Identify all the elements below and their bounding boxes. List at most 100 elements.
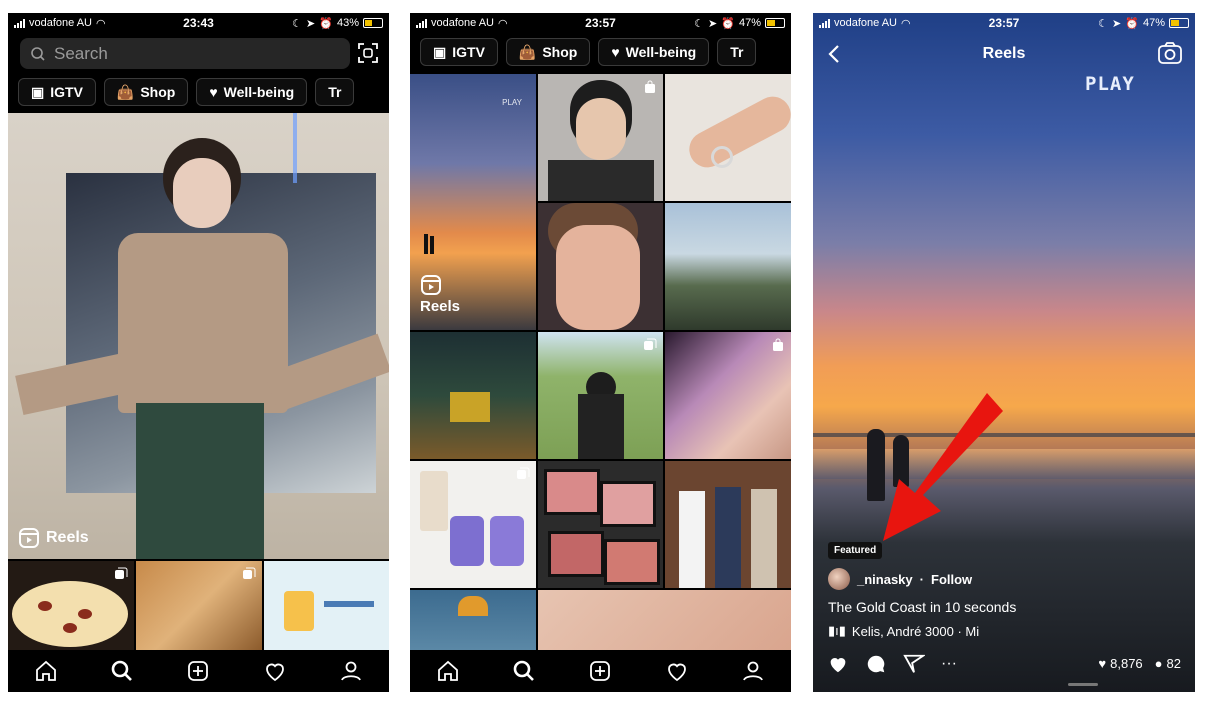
username[interactable]: _ninasky — [857, 572, 913, 587]
reel-tile-sunset[interactable]: PLAY Reels — [410, 74, 536, 330]
bottom-tab-bar — [410, 650, 791, 692]
illustration-item — [284, 591, 314, 631]
comment-icon[interactable] — [865, 653, 887, 675]
status-bar: vodafone AU ◠ 23:57 ☾ ➤ ⏰ 47% — [410, 13, 791, 33]
follow-button[interactable]: Follow — [931, 572, 972, 587]
shop-bag-icon: 👜 — [518, 43, 537, 60]
chip-well-being[interactable]: ♥ Well-being — [598, 38, 710, 66]
explore-screen: vodafone AU ◠ 23:43 ☾ ➤ ⏰ 43% Search ▣ IG… — [8, 13, 389, 692]
grid-post-landscape[interactable] — [665, 203, 791, 330]
palette-shape — [600, 481, 656, 527]
like-heart-icon[interactable] — [827, 653, 849, 675]
grid-post-ring[interactable] — [665, 74, 791, 201]
grid-post-pastry[interactable] — [136, 561, 262, 651]
chip-label: Shop — [542, 44, 578, 60]
comment-count: 82 — [1166, 656, 1181, 671]
play-watermark: PLAY — [1085, 73, 1135, 95]
person-trousers — [136, 403, 264, 559]
person-shape — [679, 491, 705, 588]
chip-shop[interactable]: 👜 Shop — [505, 38, 591, 66]
profile-icon[interactable] — [741, 659, 765, 683]
alarm-icon: ⏰ — [1125, 17, 1139, 30]
activity-heart-icon[interactable] — [665, 659, 689, 683]
person-face — [173, 158, 231, 228]
carton-shape — [420, 471, 448, 531]
explore-grid-screen: vodafone AU ◠ 23:57 ☾ ➤ ⏰ 47% ▣ IGTV 👜 Sho… — [410, 13, 791, 692]
stats-row: ♥ 8,876 ● 82 — [1098, 656, 1181, 671]
search-placeholder: Search — [54, 43, 108, 63]
chip-more[interactable]: Tr — [717, 38, 757, 66]
featured-badge: Featured — [828, 542, 883, 559]
grid-post-infographic[interactable] — [264, 561, 389, 651]
chip-label: Well-being — [625, 44, 697, 60]
alarm-icon: ⏰ — [721, 17, 735, 30]
clock: 23:57 — [585, 16, 616, 30]
clock: 23:57 — [988, 16, 1020, 30]
chip-more[interactable]: Tr — [315, 78, 355, 106]
pepperoni — [78, 609, 92, 619]
avatar[interactable] — [828, 568, 850, 590]
igtv-icon: ▣ — [31, 83, 45, 100]
person-shirt — [118, 233, 288, 413]
chip-label: Tr — [328, 84, 342, 100]
more-options-icon[interactable]: ··· — [941, 655, 957, 673]
create-post-icon[interactable] — [186, 659, 210, 683]
grid-post-beanie[interactable] — [410, 590, 536, 650]
audio-label: Kelis, André 3000 · Mi — [851, 623, 980, 639]
grid-post-eye-makeup[interactable] — [665, 332, 791, 459]
search-input[interactable]: Search — [20, 38, 350, 69]
share-send-icon[interactable] — [903, 653, 925, 675]
grid-post-pizza[interactable] — [8, 561, 134, 651]
author-row: _ninasky · Follow — [828, 568, 972, 590]
battery-percent: 47% — [1142, 17, 1165, 29]
ring-shape — [711, 146, 733, 168]
chip-well-being[interactable]: ♥ Well-being — [196, 78, 308, 106]
grid-post-girl-field[interactable] — [538, 332, 663, 459]
signal-icon — [819, 18, 830, 28]
reels-badge: Reels — [18, 527, 89, 549]
search-tab-icon[interactable] — [512, 659, 536, 683]
scan-icon[interactable] — [356, 41, 380, 65]
camera-icon[interactable] — [1157, 41, 1183, 65]
palette-shape — [548, 531, 604, 577]
battery-percent: 43% — [336, 17, 359, 29]
grid-post-closeup[interactable] — [538, 590, 791, 650]
shop-bag-icon: 👜 — [116, 83, 135, 100]
glass-shape — [490, 516, 524, 566]
reels-label: Reels — [420, 298, 461, 315]
heart-icon: ♥ — [209, 84, 218, 100]
chair-shape — [450, 392, 490, 422]
pizza-image — [12, 581, 128, 647]
chip-igtv[interactable]: ▣ IGTV — [18, 78, 96, 106]
profile-icon[interactable] — [339, 659, 363, 683]
home-indicator — [1068, 683, 1098, 686]
grid-post-selfie[interactable] — [538, 203, 663, 330]
chip-label: Tr — [730, 44, 744, 60]
grid-post-smoothie[interactable] — [410, 461, 536, 588]
reels-label: Reels — [46, 529, 89, 546]
featured-reel-tile[interactable]: Reels — [8, 113, 389, 559]
chip-igtv[interactable]: ▣ IGTV — [420, 38, 498, 66]
search-tab-icon[interactable] — [110, 659, 134, 683]
heart-icon: ♥ — [611, 44, 620, 60]
location-icon: ➤ — [708, 17, 718, 30]
battery-percent: 47% — [738, 17, 761, 29]
chip-label: IGTV — [50, 84, 83, 100]
home-icon[interactable] — [436, 659, 460, 683]
grid-post-makeup-portrait[interactable] — [538, 74, 663, 201]
wifi-icon: ◠ — [901, 17, 911, 30]
glass-shape — [450, 516, 484, 566]
chip-shop[interactable]: 👜 Shop — [103, 78, 189, 106]
activity-heart-icon[interactable] — [263, 659, 287, 683]
audio-row[interactable]: ▮ı▮ Kelis, André 3000 · Mi — [828, 623, 979, 639]
illustration-line — [324, 601, 374, 607]
silhouette — [430, 236, 434, 254]
grid-post-three-men[interactable] — [665, 461, 791, 588]
home-icon[interactable] — [34, 659, 58, 683]
carousel-icon — [644, 338, 657, 350]
topic-chips: ▣ IGTV 👜 Shop ♥ Well-being Tr — [18, 78, 355, 106]
silhouette — [424, 234, 428, 254]
create-post-icon[interactable] — [588, 659, 612, 683]
grid-post-palettes[interactable] — [538, 461, 663, 588]
grid-post-interior[interactable] — [410, 332, 536, 459]
